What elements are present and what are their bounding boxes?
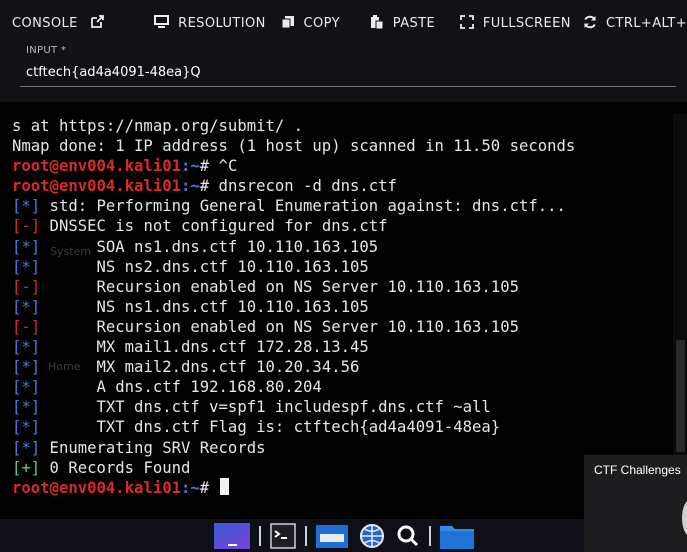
prompt-symbol: # [199, 478, 210, 497]
terminal-line-text: Recursion enabled on NS Server 10.110.16… [40, 277, 519, 296]
terminal-line: root@env004.kali01:~# dnsrecon -d dns.ct… [12, 176, 575, 196]
ctf-challenges-popup[interactable]: CTF Challenges [584, 455, 687, 552]
terminal-line: [*] A dns.ctf 192.168.80.204 [12, 377, 575, 397]
status-tag: [*] [12, 418, 41, 437]
terminal-line: root@env004.kali01:~# [12, 477, 575, 498]
status-tag: [-] [12, 317, 41, 336]
taskbar-icons [214, 522, 483, 549]
terminal-line: s at https://nmap.org/submit/ . [12, 116, 575, 136]
paste-label: PASTE [392, 16, 436, 31]
terminal-line: [*] TXT dns.ctf Flag is: ctftech{ad4a409… [12, 417, 575, 437]
file-manager-icon[interactable] [316, 523, 348, 549]
terminal-line-text: DNSSEC is not configured for dns.ctf [40, 217, 388, 236]
terminal-line-text: TXT dns.ctf v=spf1 includespf.dns.ctf ~a… [40, 398, 491, 417]
popup-title: CTF Challenges [594, 463, 681, 477]
status-tag: [*] [12, 398, 41, 417]
status-tag: [*] [12, 338, 41, 357]
console-label: CONSOLE [12, 16, 78, 31]
prompt-command [209, 479, 218, 497]
status-tag: [-] [12, 277, 41, 296]
input-label: INPUT * [26, 45, 67, 56]
terminal-line-text: NS ns1.dns.ctf 10.110.163.105 [40, 297, 369, 316]
terminal-lines: s at https://nmap.org/submit/ . Nmap done… [12, 116, 575, 498]
terminal-scrollbar-thumb[interactable] [676, 340, 685, 452]
terminal-line: Nmap done: 1 IP address (1 host up) scan… [12, 136, 575, 156]
terminal-line: [*] MX mail1.dns.ctf 172.28.13.45 [12, 337, 575, 357]
status-tag: [*] [12, 237, 41, 256]
terminal-line-text: MX mail1.dns.ctf 172.28.13.45 [40, 338, 369, 357]
terminal-line: [*] TXT dns.ctf v=spf1 includespf.dns.ct… [12, 397, 575, 417]
terminal-cursor [219, 477, 229, 495]
status-tag: [*] [12, 358, 41, 377]
taskbar-separator [259, 525, 261, 546]
terminal-line: [-] Recursion enabled on NS Server 10.11… [12, 277, 575, 297]
prompt-user-host: root@env004.kali01 [12, 157, 181, 176]
monitor-icon [154, 15, 170, 32]
prompt-command: ^C [209, 157, 238, 176]
terminal-line: [*] NS ns2.dns.ctf 10.110.163.105 [12, 257, 575, 277]
status-tag: [*] [12, 257, 41, 276]
refresh-icon [583, 15, 597, 33]
fullscreen-label: FULLSCREEN [482, 16, 571, 31]
prompt-command: dnsrecon -d dns.ctf [209, 177, 397, 196]
status-tag: [*] [12, 297, 41, 316]
terminal-line-text: std: Performing General Enumeration agai… [40, 197, 566, 216]
terminal-line: root@env004.kali01:~# ^C [12, 156, 575, 176]
taskbar-separator [305, 525, 307, 546]
terminal-line-text: MX mail2.dns.ctf 10.20.34.56 [40, 358, 360, 377]
folder-icon[interactable] [440, 523, 474, 549]
prompt-path: :~ [181, 177, 200, 196]
input-panel: INPUT * [0, 40, 687, 102]
terminal-line-text: s at https://nmap.org/submit/ . [12, 117, 304, 135]
input-underline [20, 86, 676, 87]
terminal-line-text: NS ns2.dns.ctf 10.110.163.105 [40, 257, 369, 276]
prompt-path: :~ [181, 478, 200, 497]
prompt-path: :~ [181, 157, 200, 176]
terminal-line-text: Recursion enabled on NS Server 10.110.16… [40, 317, 519, 336]
status-tag: [+] [12, 458, 41, 477]
prompt-symbol: # [199, 177, 210, 196]
console-input-field[interactable] [26, 65, 666, 80]
kali-menu-icon[interactable] [214, 522, 250, 549]
external-link-icon [90, 14, 104, 33]
prompt-symbol: # [199, 157, 210, 176]
terminal-line: [+] 0 Records Found [12, 458, 575, 478]
terminal-line: [*] NS ns1.dns.ctf 10.110.163.105 [12, 297, 575, 317]
prompt-user-host: root@env004.kali01 [12, 478, 181, 497]
terminal-line: [*] MX mail2.dns.ctf 10.20.34.56 [12, 357, 575, 377]
terminal-line: [*] Enumerating SRV Records [12, 438, 575, 458]
status-tag: [*] [12, 438, 41, 457]
terminal-line-text: SOA ns1.dns.ctf 10.110.163.105 [40, 237, 379, 256]
copy-icon [281, 15, 295, 33]
ctrl-alt-label: CTRL+ALT+ [606, 16, 687, 31]
taskbar-separator [429, 525, 431, 546]
search-icon[interactable] [396, 523, 420, 549]
terminal-line-text: Enumerating SRV Records [40, 438, 266, 457]
terminal-line-text: A dns.ctf 192.168.80.204 [40, 378, 322, 397]
status-tag: [*] [12, 197, 41, 216]
prompt-user-host: root@env004.kali01 [12, 177, 181, 196]
terminal-icon[interactable] [270, 522, 296, 549]
terminal-line: [*] std: Performing General Enumeration … [12, 196, 575, 216]
status-tag: [-] [12, 217, 41, 236]
browser-globe-icon[interactable] [357, 523, 387, 549]
terminal-line: [-] DNSSEC is not configured for dns.ctf [12, 216, 575, 236]
fullscreen-icon [459, 14, 474, 33]
terminal-line: [-] Recursion enabled on NS Server 10.11… [12, 317, 575, 337]
status-tag: [*] [12, 378, 41, 397]
copy-label: COPY [303, 16, 340, 31]
remote-console-window: CONSOLE RESOLUTION COPY PASTE FULLSCREEN… [0, 0, 687, 552]
resolution-label: RESOLUTION [178, 16, 266, 31]
paste-icon [370, 14, 384, 33]
terminal-line-text: TXT dns.ctf Flag is: ctftech{ad4a4091-48… [40, 418, 501, 437]
terminal-line-text: 0 Records Found [40, 458, 191, 477]
terminal-line-text: Nmap done: 1 IP address (1 host up) scan… [12, 137, 576, 156]
terminal-line: [*] SOA ns1.dns.ctf 10.110.163.105 [12, 237, 575, 257]
